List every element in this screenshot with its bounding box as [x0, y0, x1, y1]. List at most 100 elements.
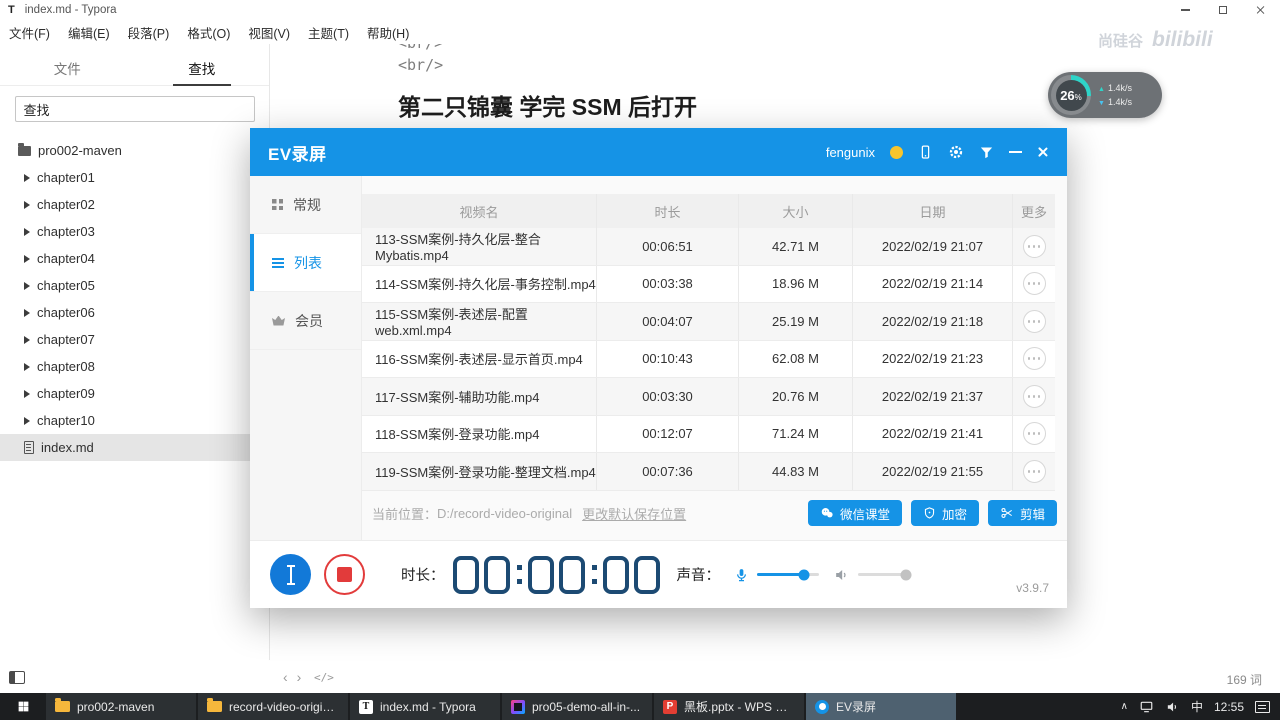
tree-item-chapter09[interactable]: chapter09 [0, 380, 269, 407]
nav-member[interactable]: 会员 [250, 292, 361, 350]
crown-icon [272, 315, 285, 326]
table-row[interactable]: 113-SSM案例-持久化层-整合Mybatis.mp4 00:06:51 42… [362, 228, 1055, 266]
tree-item-label: chapter08 [37, 359, 95, 374]
tree-item-chapter10[interactable]: chapter10 [0, 407, 269, 434]
microphone-icon[interactable] [734, 566, 749, 584]
taskbar-item-explorer-record[interactable]: record-video-origin... [198, 693, 348, 720]
tree-item-chapter07[interactable]: chapter07 [0, 326, 269, 353]
encrypt-button[interactable]: 加密 [910, 500, 979, 526]
time-digit [484, 555, 510, 594]
speaker-icon[interactable] [833, 567, 850, 583]
tree-item-indexmd[interactable]: index.md [0, 434, 269, 461]
button-label: 剪辑 [1019, 507, 1045, 522]
cell-duration: 00:03:30 [597, 378, 739, 415]
forward-icon[interactable]: › [297, 669, 302, 685]
row-more-button[interactable] [1022, 309, 1046, 333]
tree-item-chapter02[interactable]: chapter02 [0, 191, 269, 218]
menu-view[interactable]: 视图(V) [239, 23, 299, 42]
menu-help[interactable]: 帮助(H) [358, 23, 418, 42]
menu-paragraph[interactable]: 段落(P) [119, 23, 179, 42]
stop-button[interactable] [324, 554, 365, 595]
header-date: 日期 [853, 194, 1013, 228]
cell-size: 25.19 M [739, 303, 853, 340]
recorder-gauge-widget[interactable]: 26 % 1.4k/s 1.4k/s [1048, 72, 1162, 118]
taskbar-item-explorer-pro002[interactable]: pro002-maven [46, 693, 196, 720]
volume-icon[interactable] [1165, 700, 1180, 714]
table-header: 视频名 时长 大小 日期 更多 [362, 194, 1055, 228]
row-more-button[interactable] [1022, 422, 1046, 446]
menu-edit[interactable]: 编辑(E) [59, 23, 119, 42]
tree-item-label: chapter09 [37, 386, 95, 401]
record-button[interactable] [270, 554, 311, 595]
download-arrow-icon [1098, 97, 1105, 107]
taskbar-item-typora[interactable]: T index.md - Typora [350, 693, 500, 720]
table-row[interactable]: 116-SSM案例-表述层-显示首页.mp4 00:10:43 62.08 M … [362, 340, 1055, 378]
row-more-button[interactable] [1022, 459, 1046, 483]
cell-duration: 00:07:36 [597, 453, 739, 490]
nav-general[interactable]: 常规 [250, 176, 361, 234]
tree-item-root[interactable]: pro002-maven [0, 137, 269, 164]
table-row[interactable]: 119-SSM案例-登录功能-整理文档.mp4 00:07:36 44.83 M… [362, 453, 1055, 491]
notification-center-icon[interactable] [1255, 700, 1270, 713]
table-row[interactable]: 118-SSM案例-登录功能.mp4 00:12:07 71.24 M 2022… [362, 415, 1055, 453]
menu-file[interactable]: 文件(F) [0, 23, 59, 42]
nav-label: 常规 [293, 196, 321, 213]
account-username[interactable]: fengunix [826, 145, 875, 160]
taskbar-item-ide[interactable]: pro05-demo-all-in-... [502, 693, 652, 720]
tree-item-chapter06[interactable]: chapter06 [0, 299, 269, 326]
tree-item-chapter03[interactable]: chapter03 [0, 218, 269, 245]
wechat-class-button[interactable]: 微信课堂 [807, 500, 902, 526]
tree-item-label: chapter10 [37, 413, 95, 428]
search-input[interactable] [14, 96, 255, 122]
mic-volume-slider[interactable] [757, 569, 819, 580]
tree-item-chapter01[interactable]: chapter01 [0, 164, 269, 191]
table-row[interactable]: 115-SSM案例-表述层-配置 web.xml.mp4 00:04:07 25… [362, 303, 1055, 341]
row-more-button[interactable] [1022, 272, 1046, 296]
tab-files[interactable]: 文件 [0, 50, 135, 85]
change-location-link[interactable]: 更改默认保存位置 [582, 504, 686, 523]
filter-icon[interactable] [979, 145, 994, 160]
ev-minimize-button[interactable] [1009, 151, 1022, 153]
row-more-button[interactable] [1022, 347, 1046, 371]
tree-item-label: chapter05 [37, 278, 95, 293]
document-heading: 第二只锦囊 学完 SSM 后打开 [398, 94, 698, 120]
tree-item-chapter08[interactable]: chapter08 [0, 353, 269, 380]
ev-close-button[interactable] [1037, 146, 1049, 158]
tray-chevron-up-icon[interactable]: ∧ [1121, 701, 1128, 712]
phone-cast-icon[interactable] [918, 144, 933, 160]
source-mode-icon[interactable]: </> [314, 671, 334, 684]
cell-name: 115-SSM案例-表述层-配置 web.xml.mp4 [362, 303, 597, 340]
tree-item-chapter04[interactable]: chapter04 [0, 245, 269, 272]
settings-gear-icon[interactable] [948, 144, 964, 160]
clock[interactable]: 12:55 [1214, 700, 1244, 714]
header-more: 更多 [1020, 204, 1047, 220]
taskbar-item-wps[interactable]: P 黑板.pptx - WPS Off... [654, 693, 804, 720]
minimize-button[interactable] [1166, 0, 1204, 20]
system-volume-slider[interactable] [858, 569, 912, 580]
monitor-icon[interactable] [1139, 700, 1154, 714]
row-more-button[interactable] [1022, 384, 1046, 408]
duration-display [451, 555, 663, 594]
tree-item-chapter05[interactable]: chapter05 [0, 272, 269, 299]
close-button[interactable] [1242, 0, 1280, 20]
slider-knob[interactable] [798, 569, 809, 580]
ime-indicator[interactable]: 中 [1191, 698, 1203, 715]
start-button[interactable] [0, 693, 46, 720]
back-icon[interactable]: ‹ [283, 669, 288, 685]
caret-right-icon [24, 308, 30, 317]
maximize-button[interactable] [1204, 0, 1242, 20]
row-more-button[interactable] [1022, 234, 1046, 258]
slider-knob[interactable] [900, 569, 912, 580]
list-icon [272, 257, 284, 268]
nav-list[interactable]: 列表 [250, 234, 361, 292]
table-row[interactable]: 117-SSM案例-辅助功能.mp4 00:03:30 20.76 M 2022… [362, 378, 1055, 416]
word-count: 169 词 [1226, 673, 1262, 687]
clip-edit-button[interactable]: 剪辑 [987, 500, 1057, 526]
menu-format[interactable]: 格式(O) [178, 23, 239, 42]
sidebar-toggle-icon[interactable] [9, 671, 25, 684]
taskbar-item-ev-recorder[interactable]: EV录屏 [806, 693, 956, 720]
table-row[interactable]: 114-SSM案例-持久化层-事务控制.mp4 00:03:38 18.96 M… [362, 265, 1055, 303]
tree-item-label: chapter02 [37, 197, 95, 212]
tab-search[interactable]: 查找 [135, 50, 270, 85]
menu-theme[interactable]: 主题(T) [299, 23, 358, 42]
